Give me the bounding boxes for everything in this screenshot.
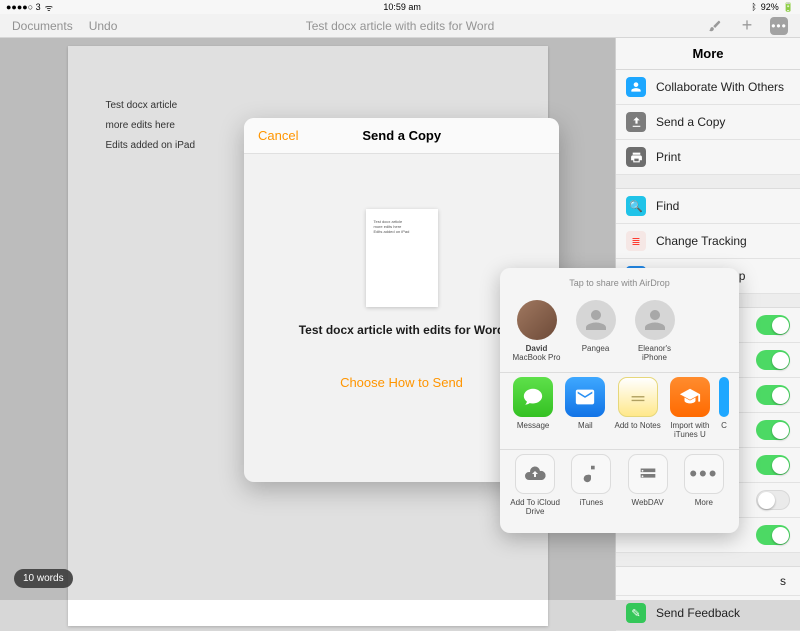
share-itunesu[interactable]: Import with iTunes U — [667, 377, 713, 439]
mail-icon — [565, 377, 605, 417]
panel-send-feedback[interactable]: ✎ Send Feedback — [616, 596, 800, 631]
signal-dots: ●●●●○ 3 — [6, 2, 41, 12]
brush-icon[interactable] — [706, 17, 724, 35]
avatar-placeholder — [635, 300, 675, 340]
status-bar: ●●●●○ 3 ᯤ 10:59 am ᛒ 92% 🔋 — [0, 0, 800, 14]
panel-label: Send a Copy — [656, 115, 790, 129]
more-dots-icon: ••• — [684, 454, 724, 494]
peek-next[interactable]: C — [719, 377, 729, 439]
toggle-on[interactable] — [756, 350, 790, 370]
battery-icon: 🔋 — [783, 2, 794, 13]
panel-label: Change Tracking — [656, 234, 790, 248]
action-icloud-drive[interactable]: Add To iCloud Drive — [510, 454, 560, 516]
toggle-on[interactable] — [756, 525, 790, 545]
clock: 10:59 am — [383, 2, 421, 12]
panel-print[interactable]: Print — [616, 140, 800, 175]
partial-icon — [719, 377, 729, 417]
share-notes[interactable]: Add to Notes — [615, 377, 661, 439]
music-icon — [571, 454, 611, 494]
panel-find[interactable]: 🔍 Find — [616, 189, 800, 224]
toggle-on[interactable] — [756, 385, 790, 405]
separator — [616, 553, 800, 567]
airdrop-caption: Tap to share with AirDrop — [500, 274, 739, 296]
action-itunes[interactable]: iTunes — [566, 454, 616, 516]
more-icon[interactable]: ••• — [770, 17, 788, 35]
separator — [616, 175, 800, 189]
modal-title: Send a Copy — [258, 128, 545, 143]
actions-row: Add To iCloud Drive iTunes WebDAV ••• Mo… — [500, 450, 739, 526]
toggle-off[interactable] — [756, 490, 790, 510]
panel-send-copy[interactable]: Send a Copy — [616, 105, 800, 140]
airdrop-contact[interactable]: DavidMacBook Pro — [510, 300, 563, 362]
send-copy-icon — [626, 112, 646, 132]
battery-pct: 92% — [761, 2, 779, 12]
panel-label: Print — [656, 150, 790, 164]
share-message[interactable]: Message — [510, 377, 556, 439]
panel-tips[interactable]: s — [616, 567, 800, 596]
feedback-icon: ✎ — [626, 603, 646, 623]
airdrop-contact[interactable]: Pangea — [569, 300, 622, 362]
notes-icon — [618, 377, 658, 417]
action-more[interactable]: ••• More — [679, 454, 729, 516]
share-mail[interactable]: Mail — [562, 377, 608, 439]
panel-collaborate[interactable]: Collaborate With Others — [616, 70, 800, 105]
collaborate-icon — [626, 77, 646, 97]
panel-label: Find — [656, 199, 790, 213]
avatar-placeholder — [576, 300, 616, 340]
webdav-icon — [628, 454, 668, 494]
airdrop-contact[interactable]: Eleanor's iPhone — [628, 300, 681, 362]
panel-title: More — [616, 38, 800, 70]
panel-label: Send Feedback — [656, 606, 790, 620]
message-icon — [513, 377, 553, 417]
add-icon[interactable]: + — [738, 17, 756, 35]
airdrop-row: DavidMacBook Pro Pangea Eleanor's iPhone — [500, 296, 739, 373]
find-icon: 🔍 — [626, 196, 646, 216]
bluetooth-icon: ᛒ — [751, 2, 756, 12]
toggle-on[interactable] — [756, 455, 790, 475]
toggle-on[interactable] — [756, 315, 790, 335]
gradcap-icon — [670, 377, 710, 417]
document-preview: Test docx article more edits here Edits … — [366, 209, 438, 307]
panel-change-tracking[interactable]: ≣ Change Tracking — [616, 224, 800, 259]
tracking-icon: ≣ — [626, 231, 646, 251]
cloud-up-icon — [515, 454, 555, 494]
print-icon — [626, 147, 646, 167]
document-title: Test docx article with edits for Word — [306, 19, 495, 33]
share-sheet: Tap to share with AirDrop DavidMacBook P… — [500, 268, 739, 533]
avatar-photo — [517, 300, 557, 340]
action-webdav[interactable]: WebDAV — [623, 454, 673, 516]
word-count-badge[interactable]: 10 words — [14, 569, 73, 588]
apps-row: Message Mail Add to Notes Import with iT… — [500, 373, 739, 450]
toggle-on[interactable] — [756, 420, 790, 440]
wifi-icon: ᯤ — [45, 1, 53, 14]
undo-button[interactable]: Undo — [89, 19, 118, 33]
panel-label: Collaborate With Others — [656, 80, 790, 94]
panel-label: s — [626, 574, 790, 588]
documents-button[interactable]: Documents — [12, 19, 73, 33]
toolbar: Documents Undo Test docx article with ed… — [0, 14, 800, 38]
